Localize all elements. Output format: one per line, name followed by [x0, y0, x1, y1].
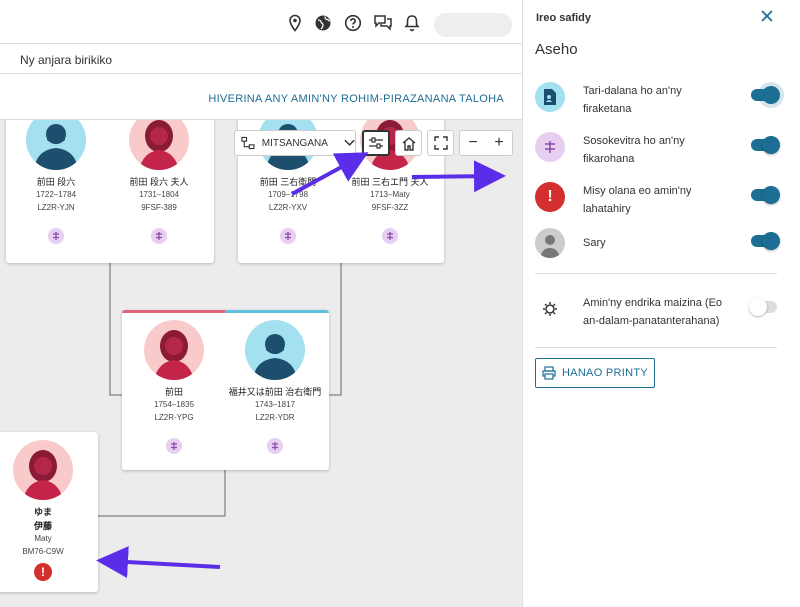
- record-hints-icon: [535, 82, 565, 112]
- options-panel: Ireo safidy Aseho Tari-dalana ho an'ny f…: [522, 0, 800, 607]
- arrow-to-options-button: [291, 152, 369, 196]
- option-research-suggestions: Sosokevitra ho an'ny fikarohana: [535, 132, 791, 176]
- option-label: Sosokevitra ho an'ny fikarohana: [583, 135, 685, 165]
- portraits-toggle[interactable]: [751, 232, 780, 250]
- option-record-hints: Tari-dalana ho an'ny firaketana: [535, 82, 791, 126]
- print-button[interactable]: HANAO PRINTY: [535, 358, 655, 388]
- high-contrast-toggle[interactable]: [749, 298, 777, 316]
- research-suggestions-icon: [535, 132, 565, 162]
- option-label: Sary: [583, 237, 606, 249]
- panel-subtitle: Aseho: [535, 41, 578, 58]
- data-problem-icon: !: [535, 182, 565, 212]
- option-data-problems: ! Misy olana eo amin'ny lahatahiry: [535, 182, 791, 226]
- annotation-arrows: [96, 152, 506, 579]
- arrow-to-problem-icon: [96, 546, 221, 579]
- record-hints-toggle[interactable]: [751, 86, 780, 104]
- panel-title: Ireo safidy: [536, 12, 592, 24]
- divider: [535, 347, 777, 348]
- printer-icon: [542, 366, 556, 380]
- divider: [535, 273, 777, 274]
- option-label: Misy olana eo amin'ny lahatahiry: [583, 185, 692, 215]
- option-label: Amin'ny endrika maizina (Eo an-dalam-pan…: [583, 297, 723, 327]
- print-button-label: HANAO PRINTY: [561, 367, 649, 379]
- research-suggestions-toggle[interactable]: [751, 136, 780, 154]
- data-problems-toggle[interactable]: [751, 186, 780, 204]
- arrow-to-options-panel: [411, 160, 506, 193]
- option-high-contrast: Amin'ny endrika maizina (Eo an-dalam-pan…: [535, 294, 791, 338]
- close-icon[interactable]: [759, 8, 775, 24]
- option-label: Tari-dalana ho an'ny firaketana: [583, 85, 682, 115]
- portrait-icon: [535, 228, 565, 258]
- option-portraits: Sary: [535, 228, 791, 272]
- contrast-gear-icon: [535, 294, 565, 324]
